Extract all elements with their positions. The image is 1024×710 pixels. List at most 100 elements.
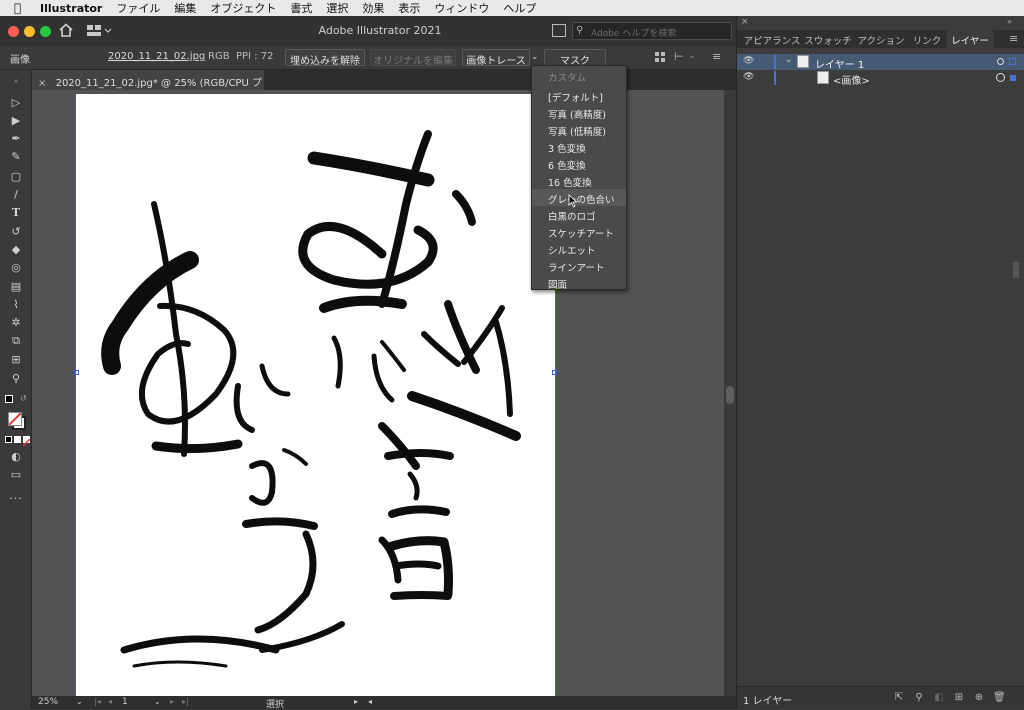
chevron-down-icon[interactable]: ⌄ [688,51,696,61]
shape-builder-tool-icon[interactable]: ⧉ [8,334,24,348]
symbol-sprayer-tool-icon[interactable]: ✲ [8,316,24,330]
menu-edit[interactable]: 編集 [174,0,196,16]
selection-indicator[interactable] [1009,58,1016,65]
collapse-toolbar-icon[interactable]: » [8,74,24,88]
new-layer-icon[interactable]: ⊕ [973,692,985,704]
type-tool-icon[interactable]: T [8,206,24,220]
transform-icon[interactable]: ⊢ [674,50,684,63]
close-window-button[interactable] [8,26,19,37]
preset-silhouettes[interactable]: シルエット [532,240,626,257]
export-icon[interactable]: ⇱ [893,692,905,704]
direct-selection-tool-icon[interactable]: ▶ [8,114,24,128]
tab-appearance[interactable]: アピアランス [741,30,803,48]
warp-tool-icon[interactable]: ◎ [8,261,24,275]
target-icon[interactable] [997,58,1004,65]
control-menu-icon[interactable]: ≡ [712,50,721,63]
apple-icon[interactable]:  [14,1,28,15]
layer-row[interactable]: 👁 ⌄ レイヤー 1 [737,54,1024,71]
menu-file[interactable]: ファイル [116,0,160,16]
zoom-level-field[interactable]: 25% [38,697,58,707]
color-mode-icon[interactable] [5,436,12,443]
scroll-thumb[interactable] [726,386,734,404]
status-mode-label[interactable]: 選択 [266,697,284,710]
tab-links[interactable]: リンク [909,30,945,48]
preset-16-colors[interactable]: 16 色変換 [532,172,626,189]
linked-filename-link[interactable]: 2020_11_21_02.jpg [108,51,205,62]
clipping-mask-icon[interactable]: ◧ [933,692,945,704]
rectangle-tool-icon[interactable]: ▢ [8,170,24,184]
close-tab-icon[interactable]: × [38,78,46,89]
preset-3-colors[interactable]: 3 色変換 [532,138,626,155]
selection-tool-icon[interactable]: ▷ [8,96,24,110]
preset-technical-drawing[interactable]: 図面 [532,274,626,291]
screen-mode-icon[interactable]: ▭ [8,468,24,482]
preset-6-colors[interactable]: 6 色変換 [532,155,626,172]
preset-photo-high[interactable]: 写真 (高精度) [532,104,626,121]
eyedropper-tool-icon[interactable]: ⌇ [8,298,24,312]
menu-window[interactable]: ウィンドウ [434,0,489,16]
panel-menu-icon[interactable]: ≡ [1009,32,1018,45]
visibility-eye-icon[interactable]: 👁 [743,72,754,82]
delete-layer-icon[interactable]: 🗑 [993,692,1006,704]
trace-preset-dropdown-icon[interactable]: ⌄ [531,52,539,62]
layer-name[interactable]: レイヤー 1 [815,56,864,71]
mask-button[interactable]: マスク [544,49,606,67]
new-sublayer-icon[interactable]: ⊞ [953,692,965,704]
pen-tool-icon[interactable]: ✒ [8,132,24,146]
artboard-dropdown-icon[interactable]: ⌄ [154,697,161,706]
tab-swatches[interactable]: スウォッチ [803,30,853,48]
app-menu[interactable]: Illustrator [40,2,102,15]
fill-color-swatch[interactable] [8,412,22,426]
help-search-input[interactable]: Adobe ヘルプを検索 [572,22,732,40]
sublayer-row[interactable]: 👁 <画像> [737,70,1024,87]
close-panel-icon[interactable]: × [741,17,749,27]
menu-effect[interactable]: 効果 [362,0,384,16]
image-trace-button[interactable]: 画像トレース [462,49,530,67]
preset-black-and-white-logo[interactable]: 白黒のロゴ [532,206,626,223]
unembed-button[interactable]: 埋め込みを解除 [285,49,365,67]
menu-view[interactable]: 表示 [398,0,420,16]
collapse-panel-icon[interactable]: » [1007,17,1012,26]
first-artboard-icon[interactable]: |◂ [94,697,101,706]
gradient-tool-icon[interactable]: ▤ [8,280,24,294]
swap-colors-icon[interactable]: ↺ [20,394,27,403]
scroll-left-icon[interactable]: ◂ [368,697,372,706]
minimize-window-button[interactable] [24,26,35,37]
edit-toolbar-icon[interactable]: ··· [8,492,24,506]
menu-select[interactable]: 選択 [326,0,348,16]
none-mode-icon[interactable] [22,436,31,447]
default-colors-icon[interactable] [5,395,13,403]
locate-object-icon[interactable]: ⚲ [913,692,925,704]
workspace-switcher-icon[interactable] [86,24,114,38]
last-artboard-icon[interactable]: ▸| [182,697,189,706]
paintbrush-tool-icon[interactable]: / [8,188,24,202]
visibility-eye-icon[interactable]: 👁 [743,56,754,66]
preset-shades-of-gray[interactable]: グレーの色合い [532,189,626,206]
zoom-tool-icon[interactable]: ⚲ [8,372,24,386]
drawing-mode-icon[interactable]: ◐ [8,450,24,464]
rotate-tool-icon[interactable]: ↺ [8,225,24,239]
tab-actions[interactable]: アクション [855,30,907,48]
target-selected-icon[interactable] [996,73,1005,82]
zoom-window-button[interactable] [40,26,51,37]
artboard[interactable] [76,94,556,696]
document-tab[interactable]: × 2020_11_21_02.jpg* @ 25% (RGB/CPU プレビュ… [32,70,264,104]
menu-object[interactable]: オブジェクト [210,0,276,16]
align-icon[interactable] [654,51,666,63]
home-icon[interactable] [58,22,74,38]
preset-photo-low[interactable]: 写真 (低精度) [532,121,626,138]
zoom-dropdown-icon[interactable]: ⌄ [76,697,83,706]
sublayer-name[interactable]: <画像> [833,72,870,87]
preset-default[interactable]: [デフォルト] [532,87,626,104]
chevron-down-icon[interactable]: ⌄ [785,55,793,65]
artboard-number-field[interactable]: 1 [122,697,128,707]
curvature-tool-icon[interactable]: ✎ [8,150,24,164]
selected-art-indicator[interactable] [1010,75,1016,81]
preset-line-art[interactable]: ラインアート [532,257,626,274]
preset-sketched-art[interactable]: スケッチアート [532,223,626,240]
gradient-mode-icon[interactable] [14,436,21,443]
next-artboard-icon[interactable]: ▸ [170,697,174,706]
menu-help[interactable]: ヘルプ [503,0,536,16]
menu-type[interactable]: 書式 [290,0,312,16]
tab-layers[interactable]: レイヤー [947,30,993,48]
